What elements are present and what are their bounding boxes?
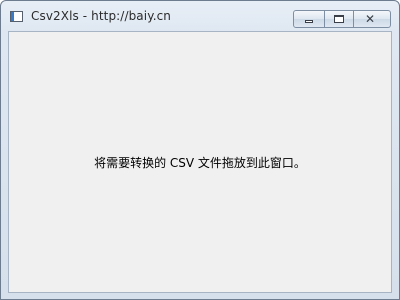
- minimize-button[interactable]: [293, 10, 325, 28]
- app-window-icon[interactable]: [10, 11, 23, 22]
- close-icon: ✕: [365, 12, 376, 26]
- minimize-icon: [305, 20, 313, 23]
- title-bar[interactable]: Csv2Xls - http://baiy.cn ✕: [1, 1, 399, 31]
- maximize-icon: [334, 15, 344, 23]
- window-title: Csv2Xls - http://baiy.cn: [31, 9, 172, 23]
- app-window: Csv2Xls - http://baiy.cn ✕ 将需要转换的 CSV 文件…: [0, 0, 400, 300]
- maximize-button[interactable]: [325, 10, 354, 28]
- drop-area[interactable]: 将需要转换的 CSV 文件拖放到此窗口。: [8, 31, 392, 293]
- close-button[interactable]: ✕: [354, 10, 391, 28]
- caption-buttons: ✕: [293, 10, 391, 28]
- drop-hint-text: 将需要转换的 CSV 文件拖放到此窗口。: [94, 156, 306, 170]
